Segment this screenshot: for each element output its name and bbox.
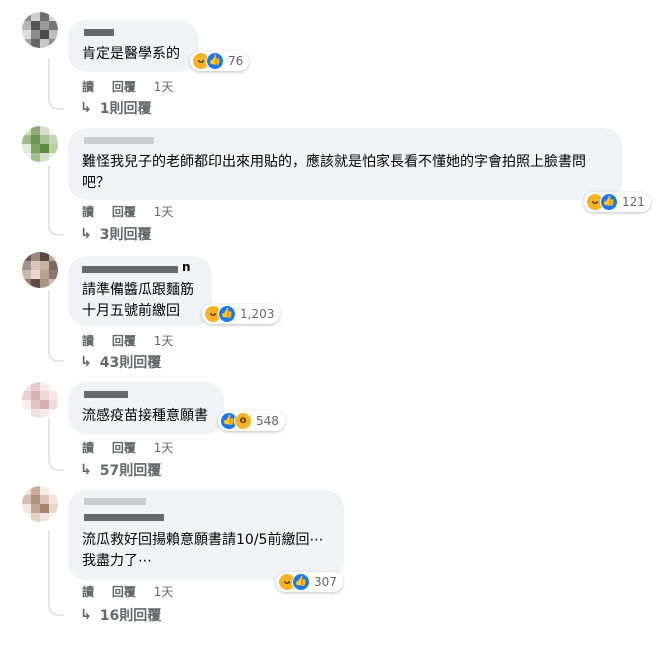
timestamp[interactable]: 1天 xyxy=(154,441,174,455)
view-replies-link[interactable]: ↳ 3則回覆 xyxy=(80,224,151,244)
avatar[interactable] xyxy=(22,126,58,162)
avatar[interactable] xyxy=(22,12,58,48)
commenter-name[interactable] xyxy=(84,29,114,36)
reply-action[interactable]: 回覆 xyxy=(112,205,136,219)
reaction-summary[interactable]: ᴗ 👍 121 xyxy=(584,192,651,212)
comment-text: 流感疫苗接種意願書 xyxy=(82,408,208,424)
reaction-summary[interactable]: ᴗ 👍 1,203 xyxy=(202,304,281,324)
view-replies-link[interactable]: ↳ 16則回覆 xyxy=(80,605,161,625)
reply-arrow-icon: ↳ xyxy=(80,462,92,478)
thread-curve xyxy=(48,220,64,236)
comment-bubble: 流瓜救好回揚賴意願書請10/5前繳回⋯ 我盡力了⋯ xyxy=(68,490,344,580)
comment-actions: 讀 回覆 1天 xyxy=(82,78,187,95)
avatar[interactable] xyxy=(22,252,58,288)
like-reaction-icon: 👍 xyxy=(600,193,618,211)
reply-arrow-icon: ↳ xyxy=(80,354,92,370)
reply-arrow-icon: ↳ xyxy=(80,607,92,623)
comment-actions: 讀 回覆 1天 xyxy=(82,203,187,220)
timestamp[interactable]: 1天 xyxy=(154,205,174,219)
reaction-count: 548 xyxy=(256,414,279,428)
thread-curve xyxy=(48,94,64,110)
thread-line xyxy=(48,290,50,354)
timestamp[interactable]: 1天 xyxy=(154,334,174,348)
thread-curve xyxy=(48,600,64,616)
commenter-name[interactable] xyxy=(84,137,154,144)
commenter-name[interactable] xyxy=(82,266,178,273)
reply-arrow-icon: ↳ xyxy=(80,226,92,242)
replies-count-label: 16則回覆 xyxy=(99,608,162,624)
replies-count-label: 57則回覆 xyxy=(99,463,162,479)
thread-line xyxy=(48,58,50,98)
reaction-count: 76 xyxy=(228,54,244,68)
like-action[interactable]: 讀 xyxy=(82,585,94,599)
like-reaction-icon: 👍 xyxy=(206,52,224,70)
like-reaction-icon: 👍 xyxy=(218,305,236,323)
comment-bubble: 流感疫苗接種意願書 xyxy=(68,382,224,434)
comment-actions: 讀 回覆 1天 xyxy=(82,439,187,456)
avatar[interactable] xyxy=(22,486,58,522)
comment-actions: 讀 回覆 1天 xyxy=(82,583,187,600)
reply-action[interactable]: 回覆 xyxy=(112,441,136,455)
commenter-name-suffix: n xyxy=(182,260,191,274)
comment-text-line: 難怪我兒子的老師都印出來用貼的，應該就是怕家長看不懂她的字會拍照上臉書問 xyxy=(82,154,586,170)
replies-count-label: 43則回覆 xyxy=(99,355,162,371)
reply-action[interactable]: 回覆 xyxy=(112,80,136,94)
comment-bubble: n 請準備醬瓜跟麵筋 十月五號前繳回 xyxy=(68,256,212,326)
thread-line xyxy=(48,530,50,606)
comment-text-line: 流瓜救好回揚賴意願書請10/5前繳回⋯ xyxy=(82,532,324,548)
reaction-count: 1,203 xyxy=(240,307,275,321)
view-replies-link[interactable]: ↳ 43則回覆 xyxy=(80,352,161,372)
comment-bubble: 難怪我兒子的老師都印出來用貼的，應該就是怕家長看不懂她的字會拍照上臉書問 吧？ xyxy=(68,128,622,200)
reply-action[interactable]: 回覆 xyxy=(112,585,136,599)
like-action[interactable]: 讀 xyxy=(82,441,94,455)
thread-curve xyxy=(48,455,64,471)
wow-reaction-icon: o xyxy=(234,412,252,430)
like-reaction-icon: 👍 xyxy=(292,573,310,591)
commenter-name[interactable] xyxy=(84,498,146,505)
comment-bubble: 肯定是醫學系的 xyxy=(68,20,198,72)
like-action[interactable]: 讀 xyxy=(82,80,94,94)
view-replies-link[interactable]: ↳ 57則回覆 xyxy=(80,460,161,480)
reaction-summary[interactable]: 👍 o 548 xyxy=(218,411,285,431)
replies-count-label: 1則回覆 xyxy=(99,101,152,117)
reply-arrow-icon: ↳ xyxy=(80,100,92,116)
avatar[interactable] xyxy=(22,382,58,418)
timestamp[interactable]: 1天 xyxy=(154,80,174,94)
comment-actions: 讀 回覆 1天 xyxy=(82,332,187,349)
comment-text-line: 我盡力了⋯ xyxy=(82,553,152,569)
reaction-summary[interactable]: ᴗ 👍 307 xyxy=(276,572,343,592)
comment-text-line: 十月五號前繳回 xyxy=(82,303,180,319)
like-action[interactable]: 讀 xyxy=(82,334,94,348)
comment-text-line: 吧？ xyxy=(82,175,110,191)
timestamp[interactable]: 1天 xyxy=(154,585,174,599)
commenter-name[interactable] xyxy=(84,391,128,398)
replies-count-label: 3則回覆 xyxy=(99,227,152,243)
view-replies-link[interactable]: ↳ 1則回覆 xyxy=(80,98,151,118)
reaction-count: 307 xyxy=(314,575,337,589)
comment-text-line: 請準備醬瓜跟麵筋 xyxy=(82,282,194,298)
thread-curve xyxy=(48,346,64,362)
comment-text: 肯定是醫學系的 xyxy=(82,46,180,62)
like-action[interactable]: 讀 xyxy=(82,205,94,219)
reaction-count: 121 xyxy=(622,195,645,209)
reaction-summary[interactable]: ᴗ 👍 76 xyxy=(190,51,250,71)
reply-action[interactable]: 回覆 xyxy=(112,334,136,348)
commenter-name[interactable] xyxy=(84,514,164,521)
